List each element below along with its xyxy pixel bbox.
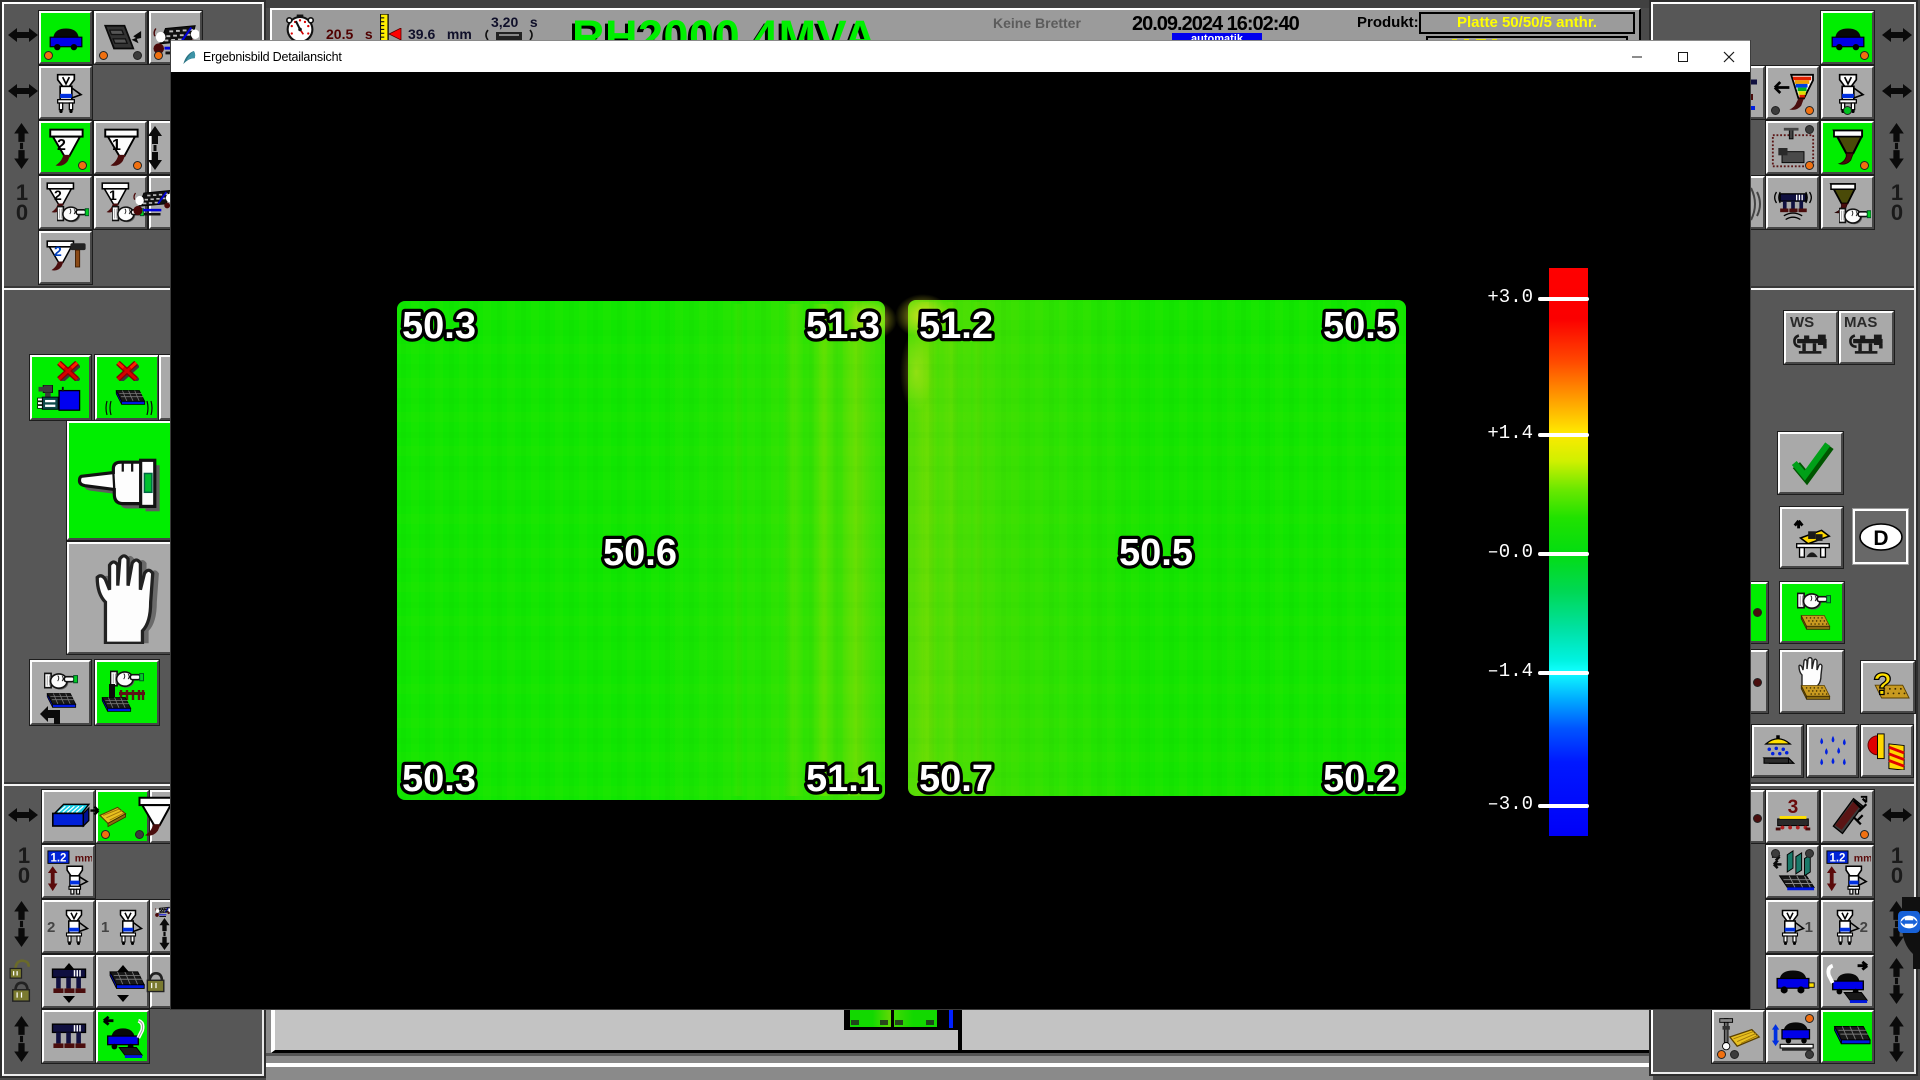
svg-text:51.3: 51.3 (806, 305, 880, 347)
svg-text:50.3: 50.3 (402, 305, 476, 347)
svg-text:50.6: 50.6 (603, 532, 677, 574)
svg-text:50.2: 50.2 (1323, 758, 1397, 800)
svg-text:50.5: 50.5 (1119, 532, 1193, 574)
svg-text:51.2: 51.2 (919, 305, 993, 347)
svg-text:50.7: 50.7 (919, 758, 993, 800)
svg-text:50.3: 50.3 (402, 758, 476, 800)
svg-text:51.1: 51.1 (806, 758, 880, 800)
svg-text:50.5: 50.5 (1323, 305, 1397, 347)
svg-text:D: D (1873, 527, 1888, 550)
